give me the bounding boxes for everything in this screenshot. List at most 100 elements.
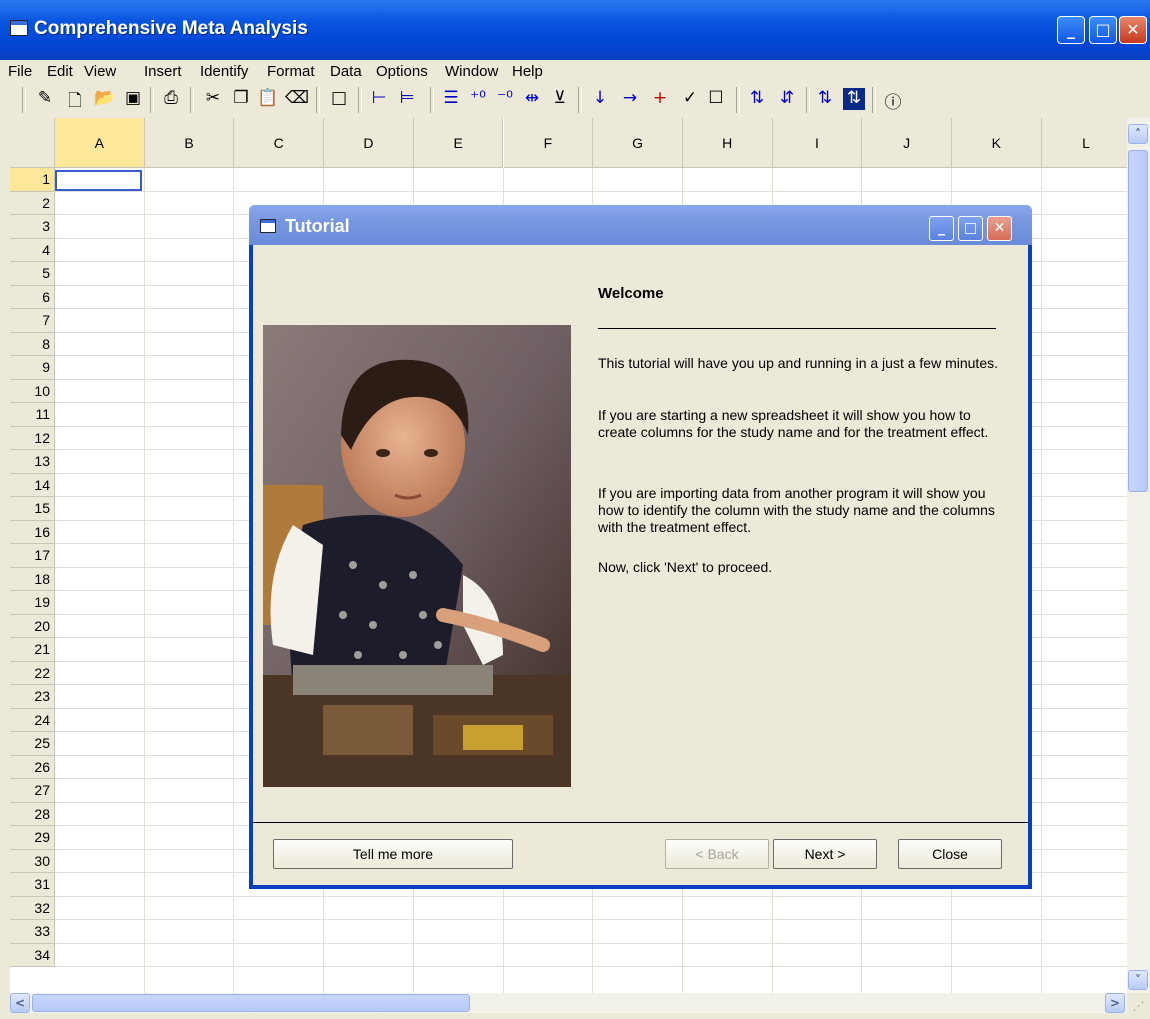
- menu-identify[interactable]: Identify: [200, 63, 248, 80]
- row-header-28[interactable]: 28: [10, 802, 55, 826]
- row-header-2[interactable]: 2: [10, 191, 55, 215]
- row-header-13[interactable]: 13: [10, 450, 55, 474]
- row-header-22[interactable]: 22: [10, 661, 55, 685]
- row-header-32[interactable]: 32: [10, 896, 55, 920]
- menu-help[interactable]: Help: [512, 63, 543, 80]
- menu-file[interactable]: File: [8, 63, 32, 80]
- row-header-33[interactable]: 33: [10, 920, 55, 944]
- row-header-5[interactable]: 5: [10, 262, 55, 286]
- select-all-corner[interactable]: [10, 118, 55, 168]
- menu-format[interactable]: Format: [267, 63, 315, 80]
- row-header-15[interactable]: 15: [10, 497, 55, 521]
- pointer-icon[interactable]: ✎: [34, 88, 56, 108]
- insert-plus-icon[interactable]: +: [649, 88, 671, 108]
- menu-options[interactable]: Options: [376, 63, 428, 80]
- sort-descending-icon[interactable]: ⇵: [776, 88, 798, 108]
- indent-right-icon[interactable]: ⊨: [396, 88, 418, 108]
- checkbox-icon[interactable]: ☐: [705, 88, 727, 108]
- dialog-close-button[interactable]: ✕: [987, 216, 1012, 241]
- menu-window[interactable]: Window: [445, 63, 498, 80]
- horizontal-scrollbar[interactable]: < >: [10, 993, 1127, 1013]
- dialog-maximize-button[interactable]: □: [958, 216, 983, 241]
- row-header-1[interactable]: 1: [10, 168, 55, 192]
- next-button[interactable]: Next >: [773, 839, 877, 869]
- info-icon[interactable]: ⓘ: [882, 88, 904, 113]
- open-icon[interactable]: 📂: [94, 88, 116, 108]
- swap-icon[interactable]: ⇅: [814, 88, 836, 108]
- active-cell[interactable]: [55, 170, 142, 191]
- increase-decimal-icon[interactable]: ⁺⁰: [467, 88, 489, 108]
- row-header-12[interactable]: 12: [10, 426, 55, 450]
- scroll-right-button[interactable]: >: [1105, 993, 1125, 1013]
- cut-icon[interactable]: ✂: [202, 88, 224, 108]
- column-header-k[interactable]: K: [952, 118, 1042, 168]
- check-icon[interactable]: ✓: [679, 88, 701, 108]
- menu-view[interactable]: View: [84, 63, 116, 80]
- decrease-decimal-icon[interactable]: ⁻⁰: [494, 88, 516, 108]
- row-header-18[interactable]: 18: [10, 567, 55, 591]
- indent-left-icon[interactable]: ⊢: [368, 88, 390, 108]
- menu-data[interactable]: Data: [330, 63, 362, 80]
- row-header-21[interactable]: 21: [10, 638, 55, 662]
- list-icon[interactable]: ☰: [440, 88, 462, 108]
- column-header-i[interactable]: I: [772, 118, 863, 168]
- row-header-6[interactable]: 6: [10, 285, 55, 309]
- row-header-34[interactable]: 34: [10, 943, 55, 967]
- row-header-14[interactable]: 14: [10, 473, 55, 497]
- vertical-scrollbar[interactable]: ˄ ˅: [1127, 118, 1150, 993]
- column-header-l[interactable]: L: [1041, 118, 1132, 168]
- column-header-a[interactable]: A: [55, 118, 145, 168]
- row-header-11[interactable]: 11: [10, 403, 55, 427]
- maximize-button[interactable]: □: [1089, 16, 1117, 44]
- save-icon[interactable]: ▣: [122, 88, 144, 108]
- swap-dark-icon[interactable]: ⇅: [843, 88, 865, 110]
- row-header-31[interactable]: 31: [10, 873, 55, 897]
- row-header-9[interactable]: 9: [10, 356, 55, 380]
- copy-icon[interactable]: ❐: [230, 88, 252, 108]
- tell-me-more-button[interactable]: Tell me more: [273, 839, 513, 869]
- row-header-29[interactable]: 29: [10, 826, 55, 850]
- resize-grip-icon[interactable]: ⋰: [1127, 993, 1150, 1019]
- column-header-b[interactable]: B: [144, 118, 235, 168]
- paste-icon[interactable]: 📋: [257, 88, 279, 108]
- scroll-left-button[interactable]: <: [10, 993, 30, 1013]
- dialog-title-bar[interactable]: Tutorial _ □ ✕: [249, 205, 1032, 245]
- move-down-icon[interactable]: ↓: [589, 88, 611, 108]
- dialog-close-text-button[interactable]: Close: [898, 839, 1002, 869]
- row-header-30[interactable]: 30: [10, 849, 55, 873]
- print-icon[interactable]: ⎙: [160, 88, 182, 108]
- row-header-23[interactable]: 23: [10, 685, 55, 709]
- minimize-button[interactable]: _: [1057, 16, 1085, 44]
- scroll-down-button[interactable]: ˅: [1128, 970, 1148, 990]
- row-header-16[interactable]: 16: [10, 520, 55, 544]
- new-icon[interactable]: 🗋: [64, 88, 86, 117]
- column-width-icon[interactable]: ⇹: [521, 88, 543, 108]
- sort-ascending-icon[interactable]: ⇅: [746, 88, 768, 108]
- row-header-20[interactable]: 20: [10, 614, 55, 638]
- column-header-g[interactable]: G: [593, 118, 683, 168]
- dropdown-icon[interactable]: ⊻: [549, 88, 571, 108]
- column-header-h[interactable]: H: [682, 118, 773, 168]
- row-header-17[interactable]: 17: [10, 544, 55, 568]
- column-header-c[interactable]: C: [234, 118, 325, 168]
- menu-edit[interactable]: Edit: [47, 63, 73, 80]
- row-header-24[interactable]: 24: [10, 708, 55, 732]
- move-right-icon[interactable]: →: [619, 88, 641, 108]
- horizontal-scroll-thumb[interactable]: [32, 994, 470, 1012]
- scroll-up-button[interactable]: ˄: [1128, 124, 1148, 144]
- menu-insert[interactable]: Insert: [144, 63, 182, 80]
- title-bar[interactable]: Comprehensive Meta Analysis _ □ ✕: [0, 0, 1150, 60]
- dialog-minimize-button[interactable]: _: [929, 216, 954, 241]
- column-header-d[interactable]: D: [324, 118, 414, 168]
- row-header-19[interactable]: 19: [10, 591, 55, 615]
- row-header-26[interactable]: 26: [10, 755, 55, 779]
- blank-page-icon[interactable]: □: [328, 88, 350, 108]
- row-header-4[interactable]: 4: [10, 238, 55, 262]
- close-button[interactable]: ✕: [1119, 16, 1147, 44]
- back-button[interactable]: < Back: [665, 839, 769, 869]
- column-header-e[interactable]: E: [413, 118, 504, 168]
- row-header-27[interactable]: 27: [10, 779, 55, 803]
- row-header-7[interactable]: 7: [10, 309, 55, 333]
- row-header-3[interactable]: 3: [10, 215, 55, 239]
- column-header-j[interactable]: J: [862, 118, 952, 168]
